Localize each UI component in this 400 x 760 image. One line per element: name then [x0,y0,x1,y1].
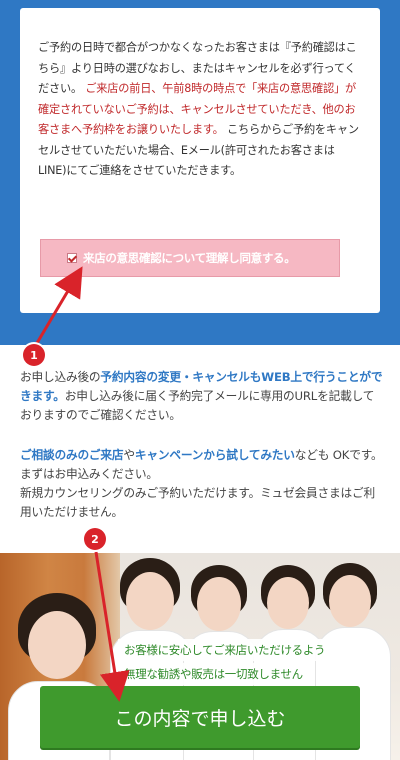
annotation-badge-1: 1 [23,344,45,366]
annotation-arrow-2 [94,551,130,702]
annotation-badge-2: 2 [84,528,106,550]
annotation-arrow-1 [35,266,83,344]
annotation-arrows [35,266,130,702]
